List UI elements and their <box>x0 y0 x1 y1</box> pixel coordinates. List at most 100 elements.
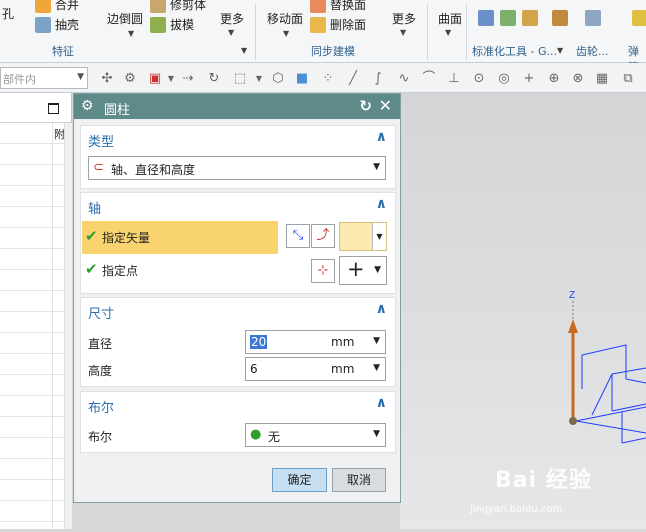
snap-point-icon[interactable]: ⊕ <box>546 71 562 87</box>
filter-combo[interactable]: 部件内 ▼ <box>0 67 88 89</box>
reset-icon[interactable]: ↻ <box>359 97 372 115</box>
axis-section: 轴 ∧ ✔ 指定矢量 ⤡ ⤴ ▼ ✔ 指定点 ⊹ + ▼ <box>80 192 396 294</box>
more-features-caret[interactable]: ▼ <box>228 28 234 37</box>
std-tool-1-icon[interactable] <box>478 10 494 26</box>
height-value: 6 <box>250 362 258 376</box>
combine-icon <box>35 0 51 13</box>
move-face-button[interactable]: 移动面 <box>267 10 303 27</box>
more-sync-caret[interactable]: ▼ <box>400 28 406 37</box>
trim-body-button[interactable]: 修剪体 <box>150 0 206 13</box>
dimensions-section-title: 尺寸 <box>88 307 115 322</box>
gear-icon[interactable]: ⚙ <box>81 98 94 114</box>
scrollbar[interactable] <box>64 123 72 529</box>
chevron-up-icon[interactable]: ∧ <box>376 395 387 411</box>
diameter-input[interactable]: 20 mm ▼ <box>245 330 386 354</box>
boolean-section-header[interactable]: 布尔 ∧ <box>81 392 395 416</box>
chevron-down-icon: ▼ <box>373 162 380 172</box>
spring-icon[interactable] <box>632 10 646 26</box>
check-icon: ✔ <box>85 227 98 245</box>
cylinder-type-icon: ⊂ <box>93 160 104 175</box>
selection-toolbar: 部件内 ▼ ✣ ⚙ ▣ ▼ ⇢ ↻ ⬚ ▼ ⬡ ■ ⁘ ╱ ∫ ∿ ⌒ ⊥ ⊙ … <box>0 63 646 93</box>
vector-type-select[interactable]: ▼ <box>339 222 387 251</box>
chevron-down-icon: ▼ <box>77 72 84 82</box>
specify-vector-row[interactable]: ✔ 指定矢量 <box>82 221 278 254</box>
z-axis-label: Z <box>569 290 575 301</box>
filter-combo-value: 部件内 <box>3 73 36 86</box>
chevron-up-icon[interactable]: ∧ <box>376 301 387 317</box>
more-sync-button[interactable]: 更多 <box>392 10 416 27</box>
shell-button[interactable]: 抽壳 <box>35 16 79 33</box>
points-icon[interactable]: ⁘ <box>320 71 336 87</box>
spline-icon[interactable]: ∿ <box>396 71 412 87</box>
feature-group-caret[interactable]: ▼ <box>241 46 247 55</box>
rotate-icon[interactable]: ↻ <box>206 71 222 87</box>
navigator-table <box>0 123 64 529</box>
chevron-down-icon: ▼ <box>373 429 380 439</box>
watermark-url: jingyan.baidu.com <box>470 504 563 515</box>
more-features-button[interactable]: 更多 <box>220 10 244 27</box>
chevron-down-icon[interactable]: ▼ <box>251 71 267 87</box>
maximize-icon[interactable] <box>48 103 59 114</box>
part-navigator: 附 <box>0 93 72 529</box>
move-face-caret[interactable]: ▼ <box>283 29 289 38</box>
view-icon[interactable]: ⧉ <box>620 71 636 87</box>
dialog-title: 圆柱 <box>104 103 131 118</box>
delete-face-button[interactable]: 删除面 <box>310 16 366 33</box>
curve-icon[interactable]: ∫ <box>370 71 386 87</box>
chevron-up-icon[interactable]: ∧ <box>376 196 387 212</box>
spring-tool-icon[interactable] <box>585 10 601 26</box>
line-icon[interactable]: ╱ <box>345 71 361 87</box>
target-icon[interactable]: ◎ <box>496 71 512 87</box>
snap-icon[interactable]: ✣ <box>99 71 115 87</box>
axis-section-header[interactable]: 轴 ∧ <box>81 193 395 217</box>
rectangle-select-icon[interactable]: ⬚ <box>232 71 248 87</box>
group-separator <box>427 4 428 60</box>
tangent-icon[interactable]: ⊥ <box>446 71 462 87</box>
point-type-select[interactable]: + ▼ <box>339 256 387 285</box>
dimensions-section-header[interactable]: 尺寸 ∧ <box>81 298 395 322</box>
type-select[interactable]: ⊂ 轴、直径和高度 ▼ <box>88 156 386 180</box>
grid-icon[interactable]: ▦ <box>594 71 610 87</box>
dimensions-section: 尺寸 ∧ 直径 20 mm ▼ 高度 6 mm ▼ <box>80 297 396 387</box>
reverse-direction-icon[interactable]: ⤡ <box>286 224 310 248</box>
std-tool-2-icon[interactable] <box>500 10 516 26</box>
ribbon: 孔 合并 抽壳 边倒圆 ▼ 修剪体 拔模 更多 ▼ 特征 ▼ 移动面 ▼ 替换面… <box>0 0 646 74</box>
edge-blend-button[interactable]: 边倒圆 <box>107 10 143 27</box>
solid-icon[interactable]: ⬡ <box>270 71 286 87</box>
surface-caret[interactable]: ▼ <box>445 28 451 37</box>
surface-button[interactable]: 曲面 <box>438 10 462 27</box>
chevron-down-icon[interactable]: ▼ <box>163 71 179 87</box>
select-feature-icon[interactable]: ⚙ <box>122 71 138 87</box>
circle-center-icon[interactable]: ⊙ <box>471 71 487 87</box>
z-axis-arrowhead <box>568 319 578 333</box>
gear-tool-icon[interactable] <box>552 10 568 26</box>
plus-icon[interactable]: + <box>521 71 537 87</box>
edge-blend-caret[interactable]: ▼ <box>128 29 134 38</box>
select-filter-icon[interactable]: ▣ <box>147 71 163 87</box>
navigator-header <box>0 93 71 123</box>
hole-label: 孔 <box>2 7 15 21</box>
arc-point-icon[interactable]: ⌒ <box>421 71 437 87</box>
point-dialog-icon[interactable]: ⊹ <box>311 259 335 283</box>
vector-dialog-icon[interactable]: ⤴ <box>311 224 335 248</box>
height-input[interactable]: 6 mm ▼ <box>245 357 386 381</box>
close-icon[interactable]: ✕ <box>379 96 392 115</box>
replace-face-button[interactable]: 替换面 <box>310 0 366 13</box>
chevron-up-icon[interactable]: ∧ <box>376 129 387 145</box>
combine-button[interactable]: 合并 <box>35 0 79 13</box>
hole-button[interactable]: 孔 <box>2 5 14 22</box>
cancel-button[interactable]: 取消 <box>332 468 386 492</box>
draft-button[interactable]: 拔模 <box>150 16 194 33</box>
boolean-select[interactable]: ● 无 ▼ <box>245 423 386 447</box>
quadrant-icon[interactable]: ⊗ <box>570 71 586 87</box>
std-tools-caret[interactable]: ▼ <box>557 46 563 55</box>
ok-button[interactable]: 确定 <box>272 468 327 492</box>
move-icon[interactable]: ⇢ <box>180 71 196 87</box>
std-tool-3-icon[interactable] <box>522 10 538 26</box>
watermark-logo: Bai 经验 <box>495 468 592 493</box>
origin-point <box>569 417 577 425</box>
trim-body-icon <box>150 0 166 13</box>
type-section-header[interactable]: 类型 ∧ <box>81 126 395 150</box>
diameter-value: 20 <box>250 335 268 349</box>
cube-icon[interactable]: ■ <box>294 71 310 87</box>
